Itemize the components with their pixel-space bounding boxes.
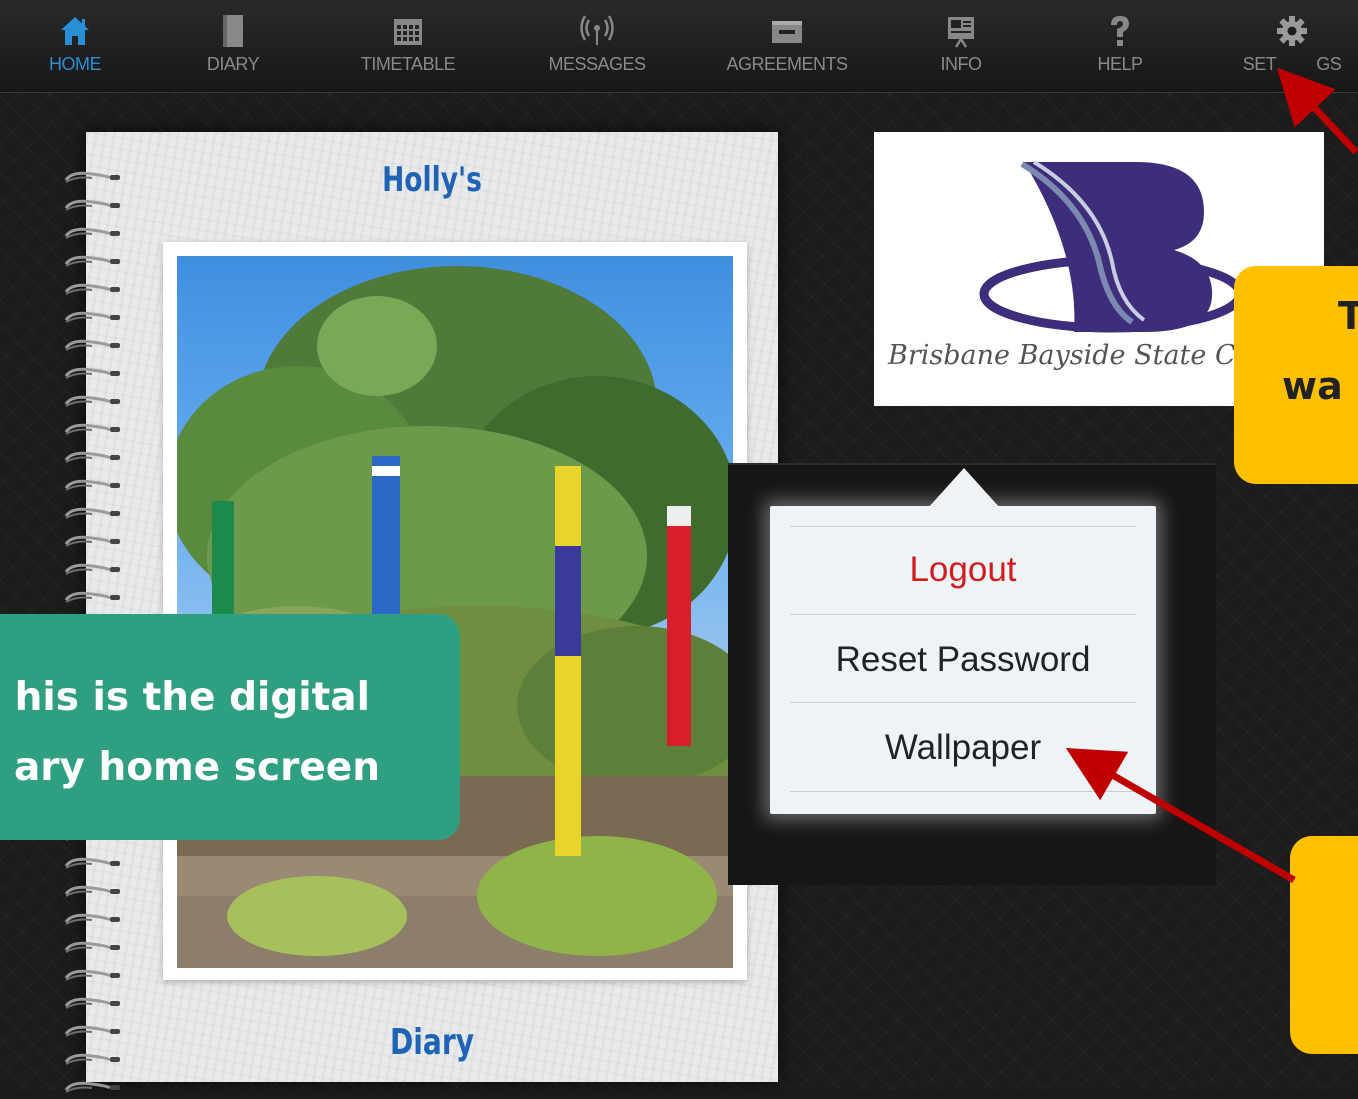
arrow-to-wallpaper — [1065, 747, 1296, 884]
arrow-to-settings — [1276, 67, 1358, 155]
annotation-arrows — [1065, 67, 1358, 884]
